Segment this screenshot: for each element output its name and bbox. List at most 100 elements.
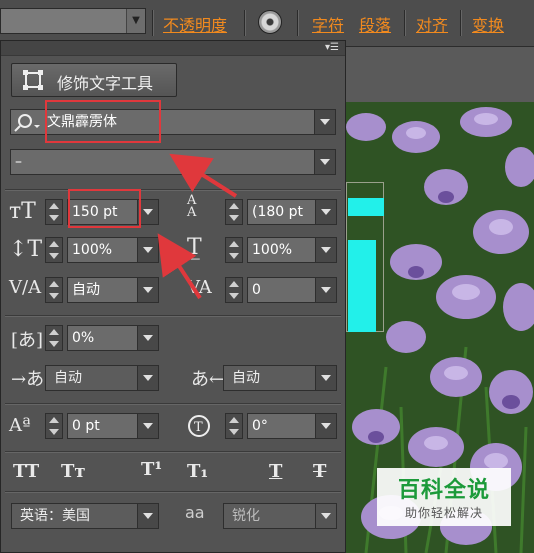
character-panel: ▾☰ 修饰文字工具 文鼎霹雳体 – ᴛT 150 pt AA (180 pt ↕… [0,40,346,553]
antialias-icon: aa [185,503,205,522]
options-dropdown[interactable]: ▼ [0,8,146,34]
chevron-down-icon[interactable] [315,238,336,262]
tsume-stepper[interactable] [45,325,63,351]
watermark-subtitle: 助你轻松解决 [404,506,483,520]
vertical-scale-icon: ↕T [9,237,43,262]
chevron-down-icon[interactable] [315,366,336,390]
warp-text-button[interactable]: 修饰文字工具 [11,63,177,97]
chevron-down-icon[interactable] [137,326,158,350]
baseline-shift-field[interactable]: 0 pt [67,413,159,439]
baseline-shift-stepper[interactable] [45,413,63,439]
character-link[interactable]: 字符 [312,12,344,36]
text-preview-glyph [348,198,384,216]
chevron-down-icon[interactable] [315,200,336,224]
watermark-title: 百科全说 [397,478,490,503]
aki-right-select[interactable]: 自动 [223,365,337,391]
divider [5,491,341,493]
strikethrough-icon[interactable]: T [313,461,326,482]
baseline-shift-icon: Aª [9,415,31,436]
text-preview-glyph [348,240,376,332]
font-style-value: – [15,154,22,170]
tracking-value: 0 [252,282,261,298]
chevron-down-icon[interactable] [314,150,335,174]
rotate-icon: T [188,415,210,437]
vertical-scale-stepper[interactable] [45,237,63,263]
chevron-down-icon[interactable] [137,504,158,528]
warp-text-icon [23,70,43,90]
tsume-icon: [あ] [11,330,44,351]
aki-right-value: 自动 [232,370,260,386]
aki-left-select[interactable]: 自动 [45,365,159,391]
watermark: 百科全说 助你轻松解决 [377,468,511,526]
search-icon[interactable] [13,113,41,133]
leading-stepper[interactable] [225,199,243,225]
divider [5,403,341,405]
chevron-down-icon[interactable] [314,110,335,134]
warp-text-label: 修饰文字工具 [57,74,154,93]
opacity-link[interactable]: 不透明度 [163,12,227,36]
rotation-stepper[interactable] [225,413,243,439]
language-value: 英语：美国 [20,508,90,524]
subscript-icon[interactable]: T₁ [187,461,208,482]
aki-left-value: 自动 [54,370,82,386]
svg-text:T: T [194,420,203,435]
separator [460,10,462,36]
horizontal-scale-field[interactable]: 100% [247,237,337,263]
highlight-box [68,189,141,228]
separator [404,10,406,36]
vertical-scale-value: 100% [72,242,113,258]
language-select[interactable]: 英语：美国 [11,503,159,529]
chevron-down-icon: ▼ [126,9,145,33]
antialias-select[interactable]: 锐化 [223,503,337,529]
kerning-icon: V/A [9,277,42,298]
leading-value: (180 pt [252,204,304,220]
chevron-down-icon[interactable] [137,278,158,302]
aki-right-icon: あ← [191,369,225,390]
small-caps-icon[interactable]: Tᴛ [61,461,86,482]
highlight-box [45,100,161,143]
panel-menu-icon[interactable]: ▾☰ [325,42,339,53]
chevron-down-icon[interactable] [137,414,158,438]
superscript-icon[interactable]: T¹ [141,459,162,480]
separator [297,10,299,36]
antialias-value: 锐化 [232,508,260,524]
tsume-value: 0% [72,330,95,346]
leading-icon: AA [187,193,197,220]
leading-field[interactable]: (180 pt [247,199,337,225]
font-size-icon: ᴛT [9,199,36,224]
baseline-shift-value: 0 pt [72,418,100,434]
aki-left-icon: →あ [11,369,45,390]
vertical-scale-field[interactable]: 100% [67,237,159,263]
all-caps-icon[interactable]: TT [13,461,39,482]
chevron-down-icon[interactable] [315,278,336,302]
underline-icon[interactable]: T [269,461,282,482]
rotation-value: 0° [252,418,268,434]
separator [152,10,154,36]
rotation-field[interactable]: 0° [247,413,337,439]
panel-header: ▾☰ [1,41,345,56]
chevron-down-icon[interactable] [137,366,158,390]
font-size-stepper[interactable] [45,199,63,225]
chevron-down-icon[interactable] [137,238,158,262]
separator [244,10,246,36]
chevron-down-icon[interactable] [315,504,336,528]
paragraph-link[interactable]: 段落 [359,12,391,36]
kerning-field[interactable]: 自动 [67,277,159,303]
transform-link[interactable]: 变换 [472,12,504,36]
disc-icon[interactable] [258,10,282,34]
kerning-value: 自动 [72,282,100,298]
chevron-down-icon[interactable] [315,414,336,438]
tracking-stepper[interactable] [225,277,243,303]
horizontal-scale-stepper[interactable] [225,237,243,263]
font-style-select[interactable]: – [10,149,336,175]
tsume-field[interactable]: 0% [67,325,159,351]
horizontal-scale-icon: T̲ [187,235,202,260]
divider [5,315,341,317]
horizontal-scale-value: 100% [252,242,293,258]
divider [5,189,341,191]
kerning-stepper[interactable] [45,277,63,303]
align-link[interactable]: 对齐 [416,12,448,36]
divider [5,451,341,453]
tracking-icon: VA [187,277,212,298]
tracking-field[interactable]: 0 [247,277,337,303]
